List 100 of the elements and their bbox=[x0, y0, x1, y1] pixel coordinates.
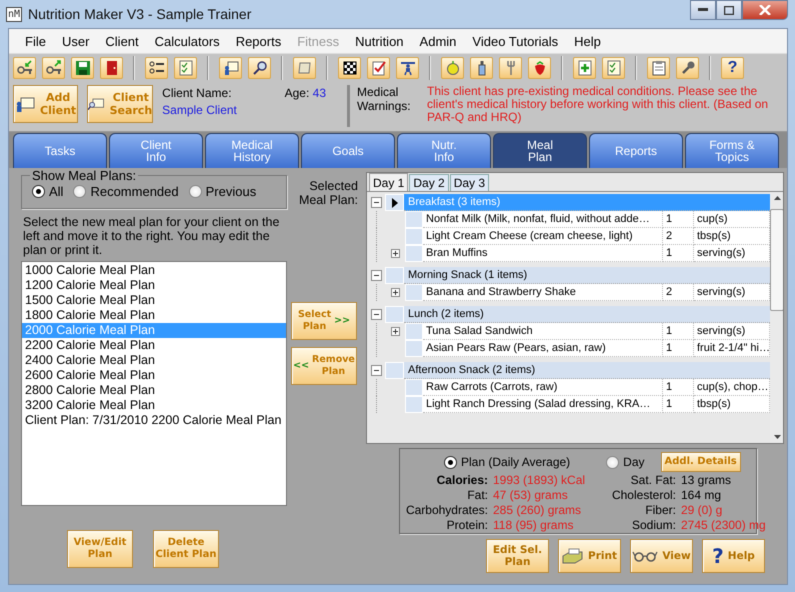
collapse-icon[interactable] bbox=[370, 365, 382, 376]
toolbar-button[interactable] bbox=[145, 57, 168, 79]
nutrient-label: Sodium: bbox=[630, 518, 676, 533]
tab[interactable]: Nutr. Info bbox=[397, 133, 491, 168]
food-name-cell: Asian Pears Raw (Pears, asian, raw) bbox=[423, 340, 663, 357]
figure-icon bbox=[400, 60, 416, 76]
toolbar-button[interactable] bbox=[248, 57, 271, 79]
collapse-icon[interactable] bbox=[370, 270, 382, 281]
list-item[interactable]: 2800 Calorie Meal Plan bbox=[22, 383, 286, 398]
app-logo: nM bbox=[6, 6, 22, 22]
scroll-up-icon bbox=[774, 196, 780, 200]
wrench-icon bbox=[680, 60, 696, 76]
menu-item[interactable]: Reports bbox=[228, 34, 290, 48]
food-name-cell: Light Ranch Dressing (Salad dressing, KRA… bbox=[423, 396, 663, 413]
meal-header[interactable]: Morning Snack (1 items) bbox=[404, 267, 770, 284]
expand-icon[interactable] bbox=[391, 288, 400, 297]
person-card-icon bbox=[15, 96, 35, 112]
list-item[interactable]: 2600 Calorie Meal Plan bbox=[22, 368, 286, 383]
document-icon bbox=[606, 60, 622, 76]
list-item[interactable]: 2200 Calorie Meal Plan bbox=[22, 338, 286, 353]
checkmark-icon bbox=[370, 60, 386, 76]
maximize-icon bbox=[724, 6, 734, 14]
tab[interactable]: Medical History bbox=[205, 133, 299, 168]
day-tab[interactable]: Day 3 bbox=[450, 174, 490, 191]
nutrient-value: 2745 (2300) mg bbox=[681, 518, 767, 533]
menu-item[interactable]: Client bbox=[97, 34, 147, 48]
minimize-icon bbox=[698, 8, 708, 12]
collapse-icon[interactable] bbox=[370, 309, 382, 320]
toolbar-button[interactable] bbox=[42, 57, 65, 79]
unit-cell: tbsp(s) bbox=[694, 396, 770, 413]
list-item[interactable]: 1500 Calorie Meal Plan bbox=[22, 293, 286, 308]
nutrient-value: 1993 (1893) kCal bbox=[493, 473, 586, 488]
list-item[interactable]: 1800 Calorie Meal Plan bbox=[22, 308, 286, 323]
toolbar-button[interactable] bbox=[338, 57, 361, 79]
expand-icon[interactable] bbox=[391, 249, 400, 258]
unit-cell: serving(s) bbox=[694, 245, 770, 262]
menu-item[interactable]: Help bbox=[566, 34, 609, 48]
meal-header[interactable]: Afternoon Snack (2 items) bbox=[404, 362, 770, 379]
toolbar-button[interactable] bbox=[396, 57, 419, 79]
unit-cell: fruit 2-1/4" hi… bbox=[694, 340, 770, 357]
list-item[interactable]: 3200 Calorie Meal Plan bbox=[22, 398, 286, 413]
menu-item[interactable]: User bbox=[54, 34, 98, 48]
close-button[interactable] bbox=[742, 0, 788, 20]
quantity-cell: 1 bbox=[663, 245, 694, 262]
tab[interactable]: Forms & Topics bbox=[685, 133, 779, 168]
quantity-cell: 2 bbox=[663, 284, 694, 301]
radio-button[interactable]: Previous bbox=[188, 184, 256, 199]
toolbar-button[interactable] bbox=[676, 57, 699, 79]
menu-item[interactable]: Video Tutorials bbox=[464, 34, 566, 48]
radio-button[interactable]: Plan (Daily Average) bbox=[444, 455, 570, 469]
add-icon bbox=[576, 60, 592, 76]
toolbar-button[interactable]: ? bbox=[721, 57, 744, 79]
nutrient-value: 118 (95) grams bbox=[493, 518, 574, 533]
menu-item[interactable]: Nutrition bbox=[347, 34, 412, 48]
list-item[interactable]: Client Plan: 7/31/2010 2200 Calorie Meal Plan bbox=[22, 413, 286, 428]
menu-item[interactable]: File bbox=[17, 34, 54, 48]
quantity-cell: 1 bbox=[663, 323, 694, 340]
tab[interactable]: Client Info bbox=[109, 133, 203, 168]
day-tab[interactable]: Day 1 bbox=[369, 173, 408, 191]
meal-header[interactable]: Lunch (2 items) bbox=[404, 306, 770, 323]
list-item[interactable]: 1200 Calorie Meal Plan bbox=[22, 278, 286, 293]
age-label: Age: bbox=[284, 86, 310, 100]
scroll-down-icon bbox=[774, 435, 780, 439]
instructions-text: Select the new meal plan for your client on the left and move it to the right. You may edit the plan or print it. bbox=[23, 215, 280, 257]
toolbar-button[interactable] bbox=[13, 57, 36, 79]
apple-icon bbox=[444, 60, 460, 76]
menu-item[interactable]: Calculators bbox=[146, 34, 228, 48]
medical-warnings-label: Medical Warnings: bbox=[357, 85, 412, 115]
window-title: Nutrition Maker V3 - Sample Trainer bbox=[28, 6, 252, 22]
toolbar-button[interactable] bbox=[219, 57, 242, 79]
list-item[interactable]: 1000 Calorie Meal Plan bbox=[22, 263, 286, 278]
radio-button[interactable]: All bbox=[32, 184, 64, 199]
quantity-cell: 1 bbox=[663, 379, 694, 396]
menu-item[interactable]: Admin bbox=[412, 34, 464, 48]
minimize-button[interactable] bbox=[690, 0, 716, 20]
list-icon bbox=[148, 60, 164, 76]
food-name-cell: Light Cream Cheese (cream cheese, light) bbox=[423, 228, 663, 245]
nutrient-value: 285 (260) grams bbox=[493, 503, 582, 518]
checkered-flag-icon bbox=[342, 60, 358, 76]
food-name-cell: Tuna Salad Sandwich bbox=[423, 323, 663, 340]
tab[interactable]: Meal Plan bbox=[493, 133, 587, 168]
close-icon bbox=[759, 5, 771, 15]
radio-button[interactable]: Recommended bbox=[73, 184, 179, 199]
collapse-icon[interactable] bbox=[370, 197, 382, 208]
radio-button[interactable]: Day bbox=[606, 455, 645, 469]
maximize-button[interactable] bbox=[716, 0, 742, 20]
nutrient-label: Cholesterol: bbox=[610, 488, 676, 503]
unit-cell: tbsp(s) bbox=[694, 228, 770, 245]
client-name-value: Sample Client bbox=[162, 103, 238, 117]
client-name-label: Client Name: bbox=[162, 86, 232, 100]
nutrient-value: 164 mg bbox=[681, 488, 722, 503]
toolbar-button[interactable] bbox=[71, 57, 94, 79]
row-selector[interactable] bbox=[385, 194, 404, 211]
expand-icon[interactable] bbox=[391, 327, 400, 336]
toolbar-button[interactable] bbox=[470, 57, 493, 79]
medical-warning-text: This client has pre-existing medical conditions. Please see the client's medical history before working with this client. (Based on PAR-Q and HRQ) bbox=[427, 85, 770, 126]
list-item[interactable]: 2400 Calorie Meal Plan bbox=[22, 353, 286, 368]
day-tab[interactable]: Day 2 bbox=[409, 174, 449, 191]
toolbar-button[interactable] bbox=[647, 57, 670, 79]
key-icon bbox=[46, 60, 62, 76]
